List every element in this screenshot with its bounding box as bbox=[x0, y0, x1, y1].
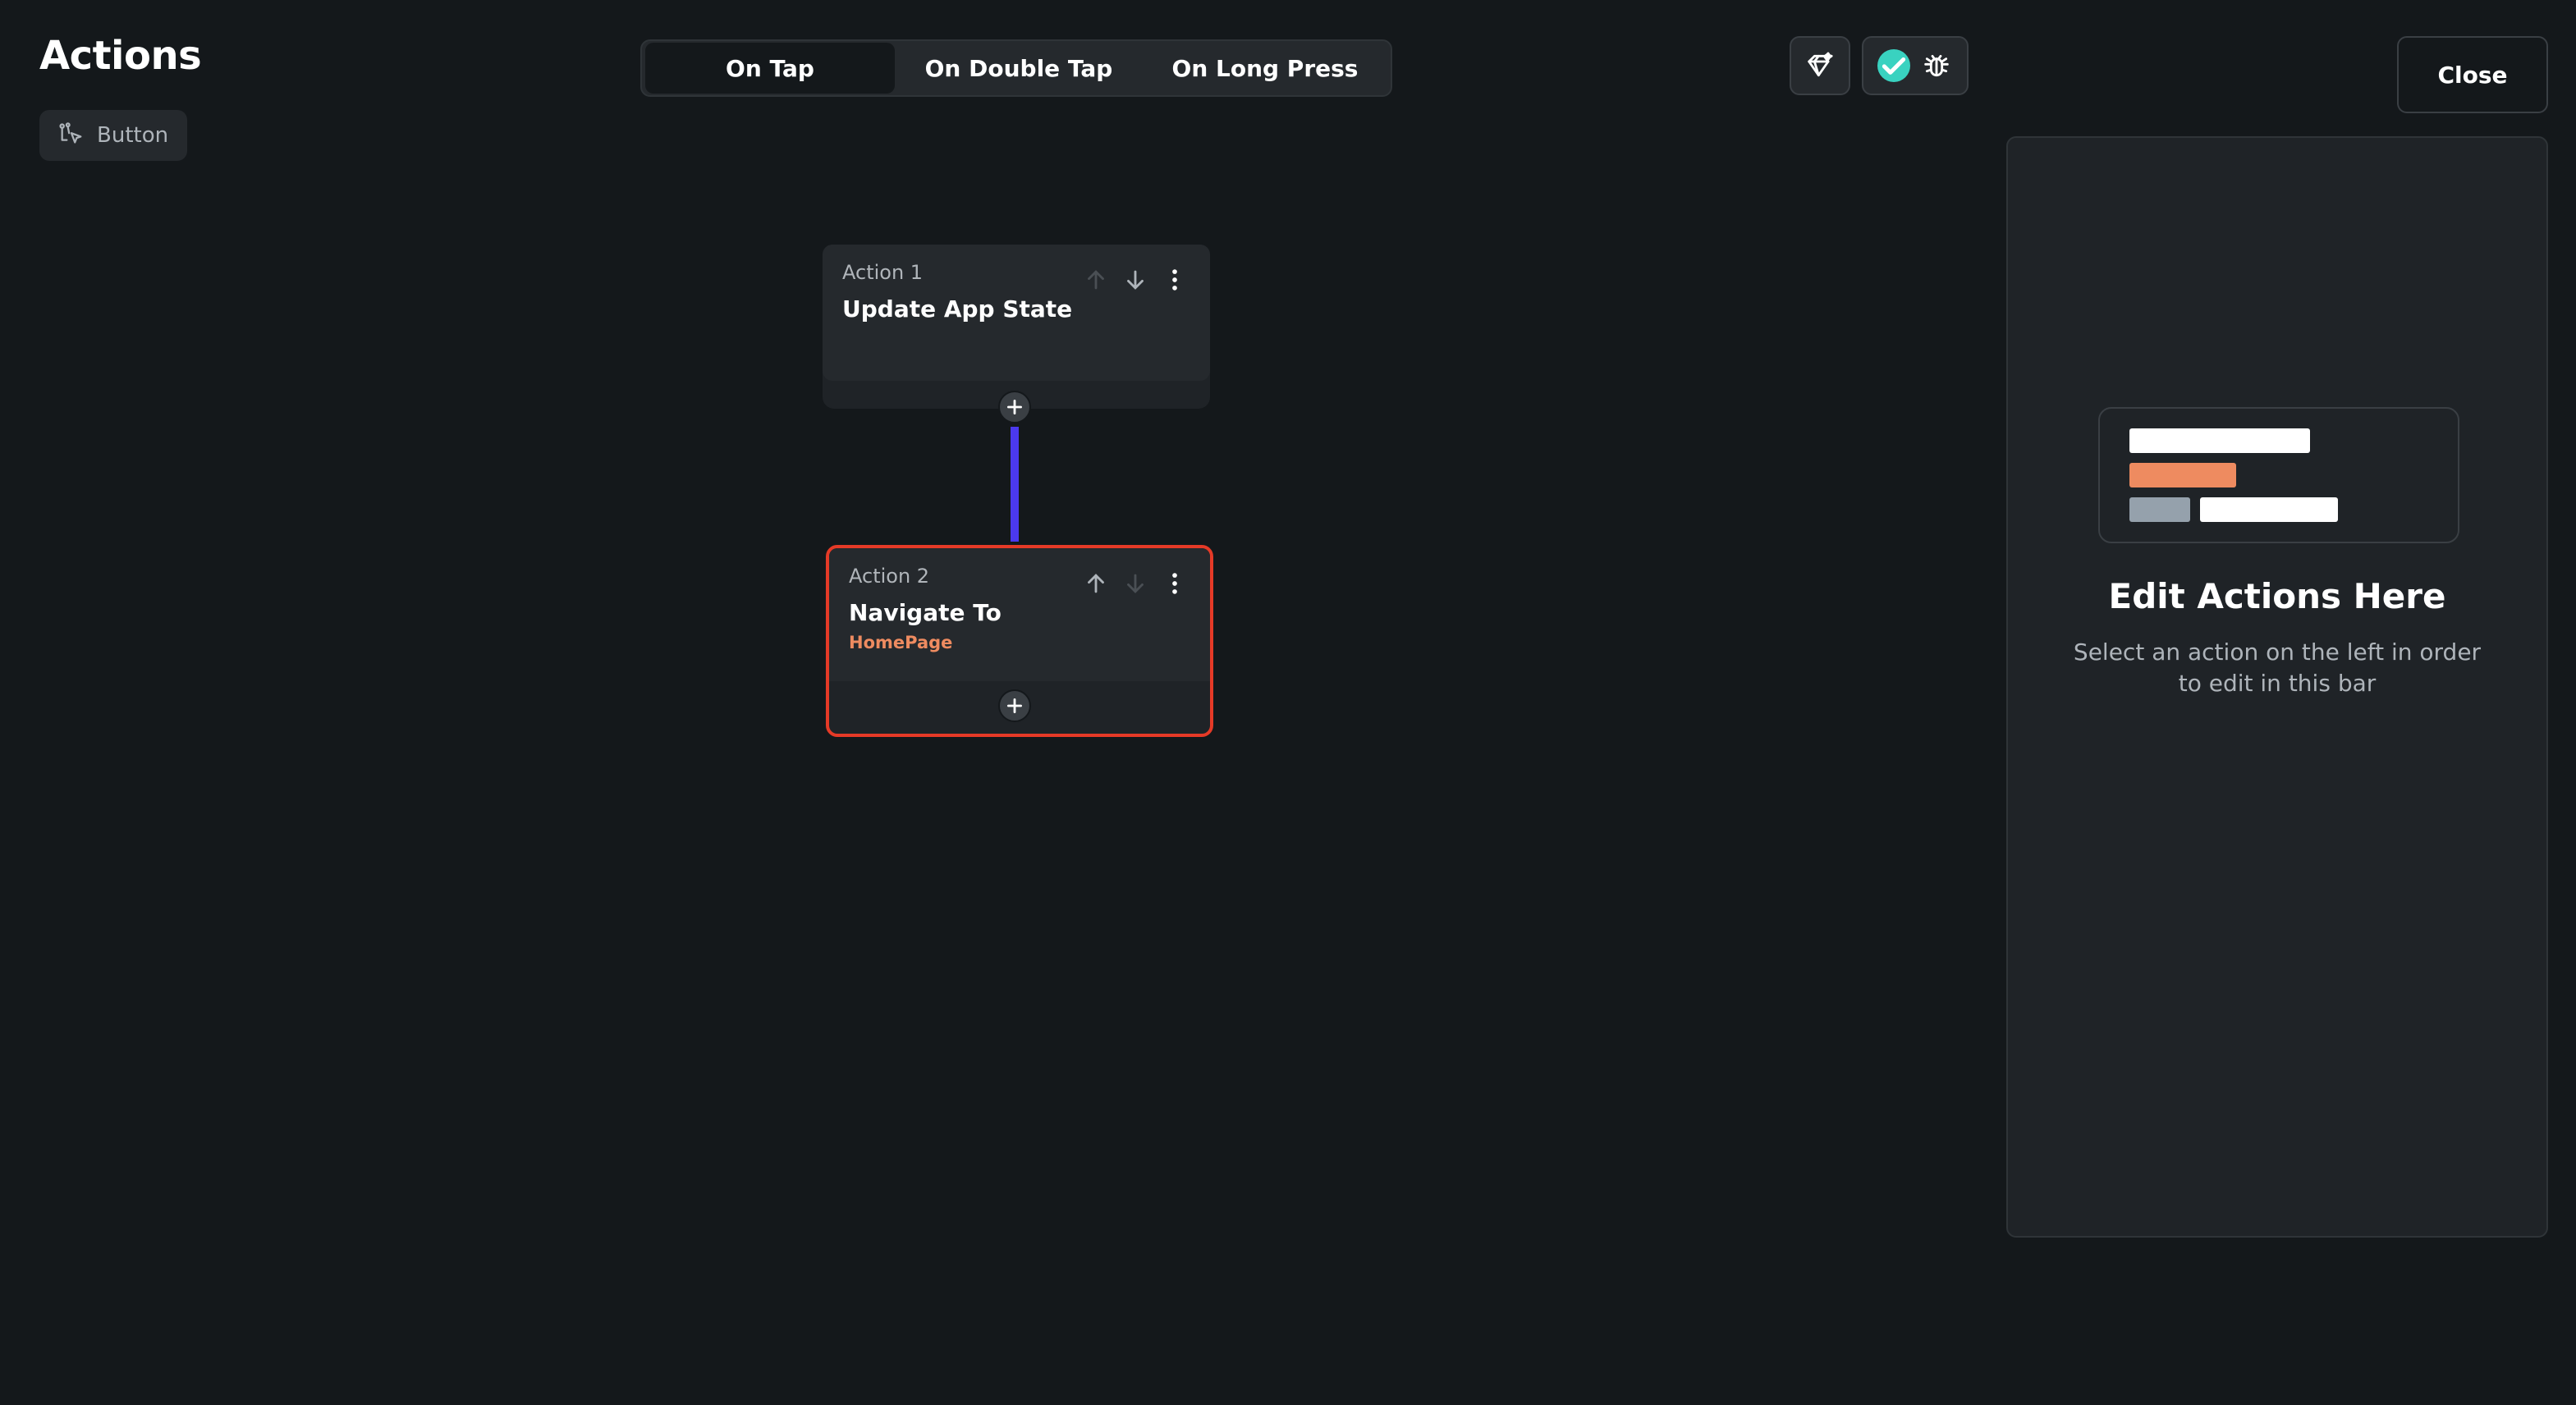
illustration-bar bbox=[2129, 497, 2190, 522]
check-circle-icon bbox=[1877, 49, 1910, 82]
action-card-1[interactable]: Action 1 Update App State bbox=[823, 245, 1210, 409]
plus-icon bbox=[1007, 698, 1022, 713]
ai-assist-button[interactable] bbox=[1790, 36, 1850, 95]
widget-tree-icon bbox=[59, 122, 82, 144]
more-vert-icon[interactable] bbox=[1161, 266, 1189, 294]
trigger-tabs: On Tap On Double Tap On Long Press bbox=[640, 39, 1392, 97]
arrow-down-icon[interactable] bbox=[1121, 266, 1149, 294]
page-title: Actions bbox=[39, 33, 202, 79]
tab-on-double-tap[interactable]: On Double Tap bbox=[895, 43, 1143, 94]
bug-icon bbox=[1924, 54, 1949, 77]
validation-debug-button[interactable] bbox=[1862, 36, 1969, 95]
close-button[interactable]: Close bbox=[2397, 36, 2548, 113]
arrow-up-icon bbox=[1088, 270, 1104, 290]
illustration-bar bbox=[2200, 497, 2338, 522]
flow-connector bbox=[1011, 427, 1019, 542]
arrow-down-icon bbox=[1127, 574, 1144, 593]
placeholder-illustration bbox=[2098, 407, 2459, 543]
arrow-up-icon[interactable] bbox=[1082, 570, 1110, 597]
plus-icon bbox=[1007, 400, 1022, 414]
illustration-bar bbox=[2129, 428, 2310, 453]
action-2-name: Navigate To bbox=[849, 599, 1002, 626]
ai-sparkle-icon bbox=[1808, 52, 1833, 77]
add-action-button-2[interactable] bbox=[998, 689, 1031, 722]
widget-chip-label: Button bbox=[97, 123, 169, 148]
action-1-name: Update App State bbox=[842, 295, 1073, 323]
add-action-button-1[interactable] bbox=[998, 391, 1031, 423]
panel-title: Edit Actions Here bbox=[2108, 576, 2446, 616]
tab-on-long-press[interactable]: On Long Press bbox=[1143, 43, 1387, 94]
widget-chip[interactable]: Button bbox=[39, 110, 187, 161]
panel-description: Select an action on the left in order to… bbox=[2073, 638, 2482, 697]
tab-on-tap[interactable]: On Tap bbox=[645, 43, 895, 94]
more-vert-icon[interactable] bbox=[1161, 570, 1189, 597]
action-2-subtitle: HomePage bbox=[849, 633, 953, 652]
illustration-bar bbox=[2129, 463, 2236, 487]
